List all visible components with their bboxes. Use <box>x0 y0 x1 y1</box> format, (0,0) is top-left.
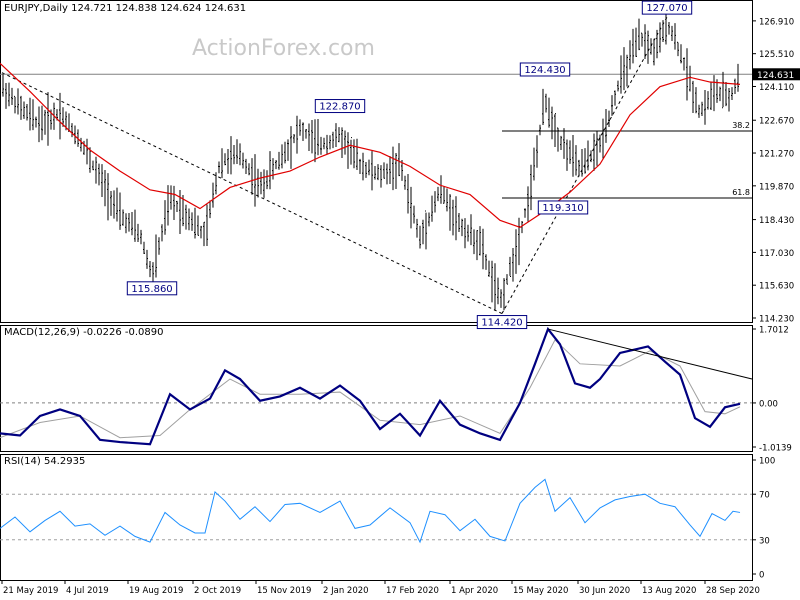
price-annotation-label: 115.860 <box>131 284 172 295</box>
x-tick-label: 4 Jul 2019 <box>66 586 109 596</box>
y-tick-label: 122.670 <box>759 117 794 127</box>
y-tick-label: 118.430 <box>759 216 794 226</box>
symbol-label: EURJPY,Daily <box>4 3 68 14</box>
rsi-line <box>0 478 741 544</box>
watermark: ActionForex.com <box>192 36 375 61</box>
macd-title: MACD(12,26,9) -0.0226 -0.0890 <box>4 327 164 338</box>
y-axis: 126.910 125.510 124.110 122.670 121.270 119.8… <box>752 17 800 581</box>
rsi-title: RSI(14) 54.2935 <box>4 456 86 467</box>
rsi-tick-label: 100 <box>759 457 775 467</box>
x-tick-label: 13 Aug 2020 <box>642 586 696 596</box>
panel-frames <box>0 0 753 581</box>
rsi-tick-label: 70 <box>759 491 770 501</box>
x-tick-label: 21 May 2019 <box>3 586 58 596</box>
chart-canvas: 38.2 61.8 127.070 124.430 122.870 119.310 115.… <box>0 0 800 596</box>
x-tick-label: 30 Jun 2020 <box>579 586 630 596</box>
macd-tick-label: -1.0139 <box>759 444 792 454</box>
y-tick-label: 124.110 <box>759 83 794 93</box>
macd-trendline <box>547 328 753 380</box>
x-tick-label: 17 Feb 2020 <box>386 586 439 596</box>
x-tick-label: 15 Nov 2019 <box>257 586 311 596</box>
y-tick-label: 121.270 <box>759 150 794 160</box>
panel-frame-1 <box>0 325 753 452</box>
x-tick-label: 2 Oct 2019 <box>194 586 241 596</box>
macd-panel <box>0 326 753 446</box>
fib-level-label: 61.8 <box>732 188 750 197</box>
price-annotation-label: 119.310 <box>542 203 583 214</box>
x-tick-label: 15 May 2020 <box>513 586 568 596</box>
chart-title: EURJPY,Daily 124.721 124.838 124.624 124… <box>4 3 246 15</box>
current-price-label: 124.631 <box>757 71 794 81</box>
macd-tick-label: 0.00 <box>759 399 778 409</box>
rsi-tick-label: 0 <box>759 571 764 581</box>
macd-signal-line <box>0 339 741 439</box>
ohlc-label: 124.721 124.838 124.624 124.631 <box>71 3 247 14</box>
fib-level-label: 38.2 <box>732 121 750 130</box>
y-tick-label: 119.870 <box>759 182 794 192</box>
x-tick-label: 2 Jan 2020 <box>323 586 369 596</box>
y-tick-label: 125.510 <box>759 50 794 60</box>
rsi-panel <box>0 478 752 544</box>
x-axis: 21 May 2019 4 Jul 2019 19 Aug 2019 2 Oct 20… <box>1 580 760 596</box>
y-tick-label: 114.230 <box>759 315 794 325</box>
x-tick-label: 28 Sep 2020 <box>706 586 760 596</box>
price-annotation-label: 127.070 <box>646 3 687 14</box>
macd-tick-label: 1.7012 <box>759 326 789 336</box>
price-panel: 38.2 61.8 127.070 124.430 122.870 119.310 115.… <box>0 0 752 330</box>
y-tick-label: 126.910 <box>759 17 794 27</box>
price-annotation-label: 122.870 <box>319 102 360 113</box>
y-tick-label: 115.630 <box>759 282 794 292</box>
y-tick-label: 117.030 <box>759 249 794 259</box>
rsi-tick-label: 30 <box>759 536 770 546</box>
x-tick-label: 1 Apr 2020 <box>451 586 498 596</box>
macd-main-line <box>0 326 741 446</box>
price-annotation-label: 124.430 <box>524 65 565 76</box>
panel-frame-2 <box>0 454 753 581</box>
price-annotation-label: 114.420 <box>481 318 522 329</box>
x-tick-label: 19 Aug 2019 <box>129 586 183 596</box>
